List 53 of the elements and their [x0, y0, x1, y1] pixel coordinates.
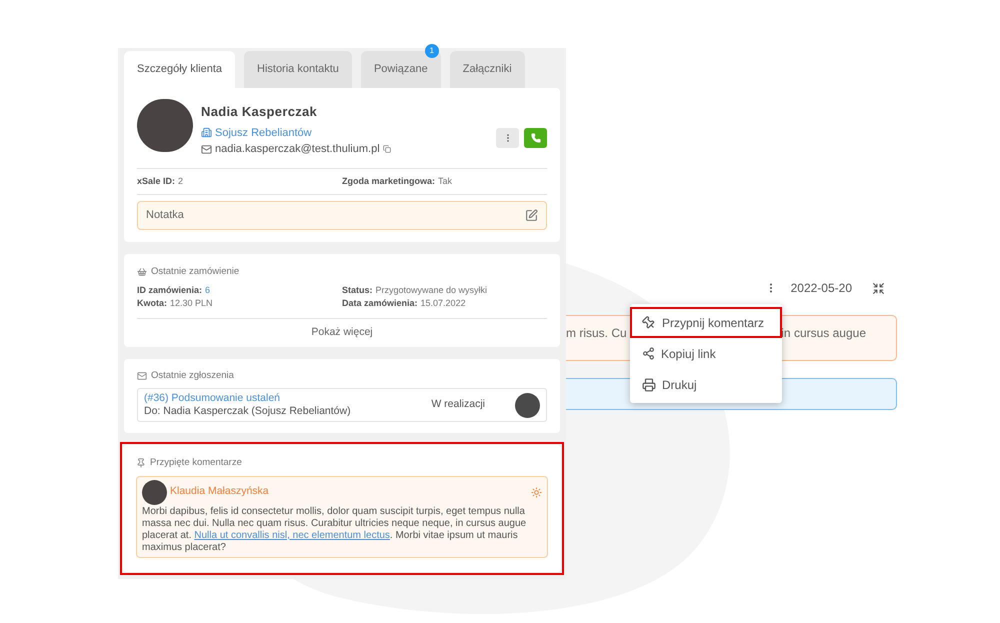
comment-text: m risus. Cu [566, 325, 627, 342]
avatar [137, 99, 193, 152]
field-value: Tak [438, 174, 452, 188]
comment-text: Morbi dapibus, felis id consectetur mollis, dolor quam suscipit turpis, eget tempus nulla massa nec dui. Nulla nec quam risus. Curabitur ultricies neque neque, in cursus augue placerat at. Nulla ut convallis nisl, nec elementum lectus. Morbi vitae ipsum ut mauris maximus placerat? [142, 506, 528, 554]
field-value: 12.30 PLN [170, 297, 213, 310]
ticket-recipient: Do: Nadia Kasperczak (Sojusz Rebeliantów) [144, 405, 351, 418]
tab[interactable]: Szczegóły klienta [124, 51, 235, 88]
notification-badge: 1 [424, 44, 439, 58]
comment-link[interactable]: Nulla ut convallis nisl, nec elementum lectus [194, 530, 390, 540]
client-name: Nadia Kasperczak [201, 103, 318, 121]
menu-item[interactable]: Kopiuj link [630, 338, 782, 369]
field-label: ID zamówienia: [137, 284, 202, 298]
tab[interactable]: Historia kontaktu [244, 51, 352, 88]
mail-icon [137, 371, 147, 382]
basket-icon [137, 267, 147, 278]
ticket-link[interactable]: (#36) Podsumowanie ustaleń [144, 392, 351, 406]
menu-item[interactable]: Drukuj [630, 369, 782, 400]
comment-date: 2022-05-20 [790, 280, 852, 297]
avatar [142, 480, 167, 504]
ticket-item[interactable]: (#36) Podsumowanie ustaleń Do: Nadia Kasperczak (Sojusz Rebeliantów) W realizacji [137, 388, 547, 422]
field-label: Zgoda marketingowa: [342, 174, 436, 188]
field-label: xSale ID: [137, 174, 176, 188]
section-title: Przypięte komentarze [150, 456, 242, 470]
company-link[interactable]: Sojusz Rebeliantów [215, 124, 312, 141]
order-link[interactable]: 6 [205, 284, 210, 298]
pin-icon [136, 458, 146, 468]
email-text: nadia.kasperczak@test.thulium.pl [215, 142, 380, 157]
badge-icon [531, 486, 542, 498]
note-field[interactable]: Notatka [137, 201, 547, 230]
field-value: 15.07.2022 [420, 297, 466, 310]
share-icon [642, 347, 655, 360]
comment-text: in cursus augue [781, 325, 866, 342]
field-label: Data zamówienia: [342, 297, 418, 310]
comment-author: Klaudia Małaszyńska [170, 484, 269, 500]
field-label: Kwota: [137, 297, 167, 310]
field-value: 2 [178, 174, 184, 188]
show-more-button[interactable]: Pokaż więcej [311, 325, 373, 341]
call-button[interactable] [524, 128, 547, 148]
mail-icon [201, 144, 212, 155]
print-icon [642, 378, 656, 392]
tab[interactable]: Załączniki [450, 51, 525, 88]
field-value: Przygotowywane do wysyłki [376, 284, 488, 298]
edit-icon[interactable] [525, 209, 538, 222]
section-title: Ostatnie zgłoszenia [151, 369, 234, 383]
avatar [515, 392, 540, 418]
field-label: Status: [342, 284, 373, 298]
section-title: Ostatnie zamówienie [151, 265, 240, 279]
building-icon [201, 127, 212, 138]
collapse-icon[interactable] [872, 282, 885, 294]
phone-icon [530, 133, 540, 143]
menu-item[interactable]: Przypnij komentarz [630, 307, 782, 338]
ticket-status: W realizacji [431, 397, 485, 412]
copy-icon[interactable] [382, 145, 391, 154]
